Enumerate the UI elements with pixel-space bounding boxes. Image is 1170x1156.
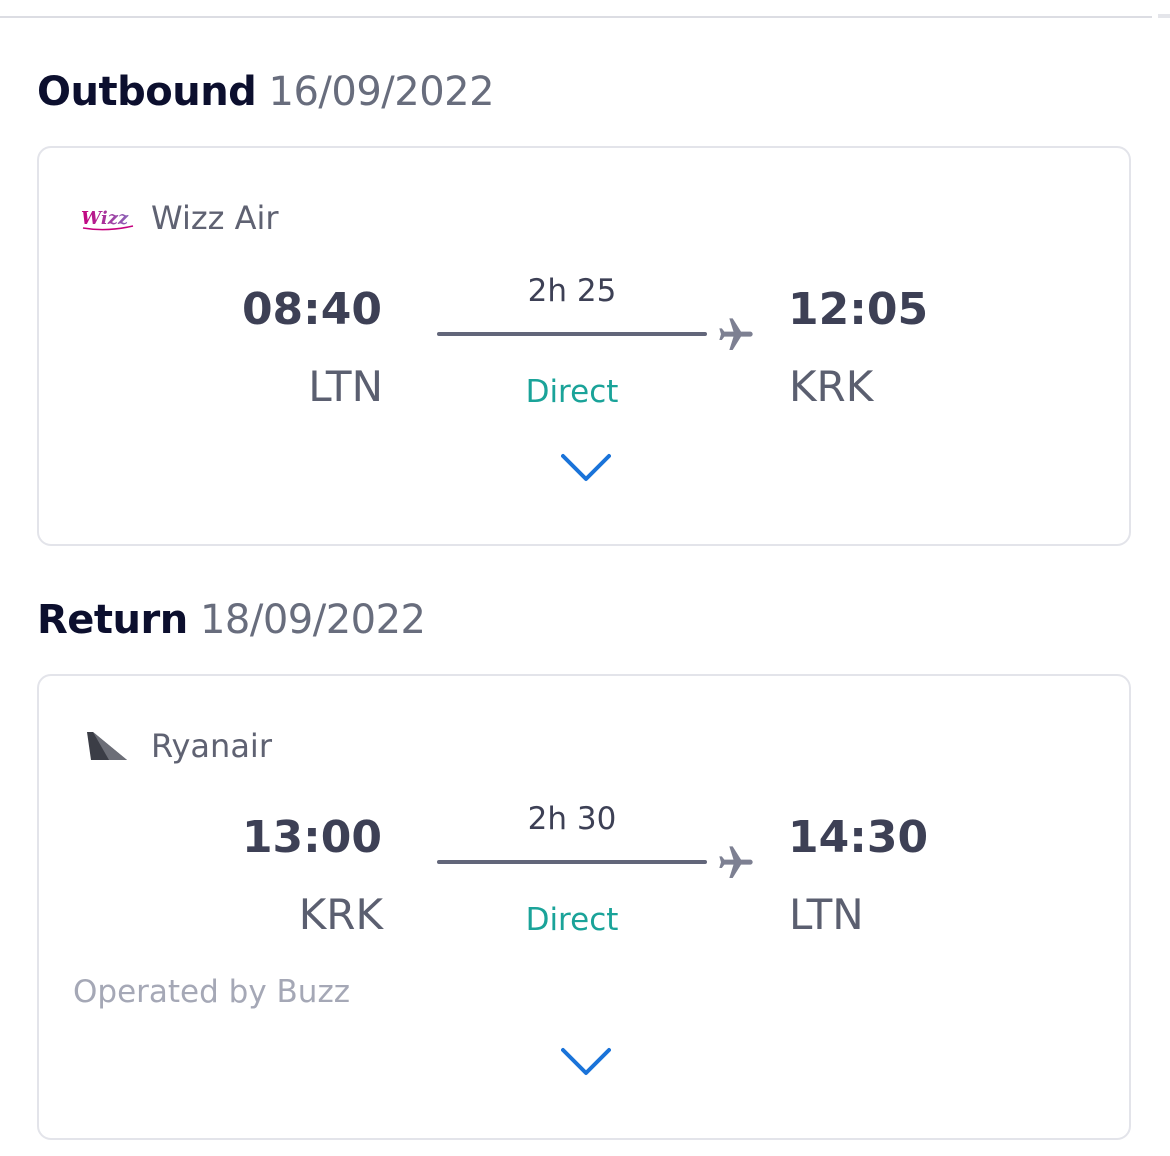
arrival-time: 12:05: [788, 284, 929, 335]
wizz-air-logo-icon: Wizz: [79, 200, 135, 236]
route-line: [437, 332, 707, 336]
departure-airport-code: LTN: [308, 362, 383, 411]
stops-label: Direct: [525, 374, 619, 410]
return-date: 18/09/2022: [199, 597, 426, 643]
flight-duration: 2h 25: [527, 273, 617, 309]
chevron-down-icon: [561, 1048, 611, 1075]
outbound-heading: Outbound 16/09/2022: [37, 68, 495, 116]
arrival-airport-code: KRK: [789, 362, 874, 411]
return-airline: Ryanair: [79, 726, 272, 766]
outbound-date: 16/09/2022: [268, 69, 495, 115]
arrival-airport-code: LTN: [789, 890, 864, 939]
route-line: [437, 860, 707, 864]
scroll-indicator: [1158, 14, 1170, 18]
chevron-down-icon: [561, 454, 611, 481]
ryanair-tail-logo-icon: [79, 728, 135, 764]
svg-text:Wizz: Wizz: [81, 208, 129, 229]
expand-details-button[interactable]: [561, 1044, 611, 1076]
arrival-time: 14:30: [788, 812, 929, 863]
outbound-label: Outbound: [37, 69, 257, 115]
outbound-airline: Wizz Wizz Air: [79, 198, 279, 238]
airline-name: Ryanair: [151, 727, 272, 765]
airline-name: Wizz Air: [151, 199, 279, 237]
expand-details-button[interactable]: [561, 450, 611, 482]
outbound-flight-card[interactable]: Wizz Wizz Air 08:40 LTN 2h 25 Direct 12:…: [37, 146, 1131, 546]
plane-icon: [716, 843, 756, 883]
return-heading: Return 18/09/2022: [37, 596, 426, 644]
stops-label: Direct: [525, 902, 619, 938]
plane-icon: [716, 315, 756, 355]
operated-by-label: Operated by Buzz: [73, 974, 350, 1010]
departure-time: 08:40: [241, 284, 382, 335]
departure-time: 13:00: [241, 812, 382, 863]
flight-duration: 2h 30: [527, 801, 617, 837]
top-divider: [0, 16, 1152, 18]
departure-airport-code: KRK: [298, 890, 383, 939]
return-label: Return: [37, 597, 188, 643]
return-flight-card[interactable]: Ryanair 13:00 KRK 2h 30 Direct 14:30 LTN…: [37, 674, 1131, 1140]
